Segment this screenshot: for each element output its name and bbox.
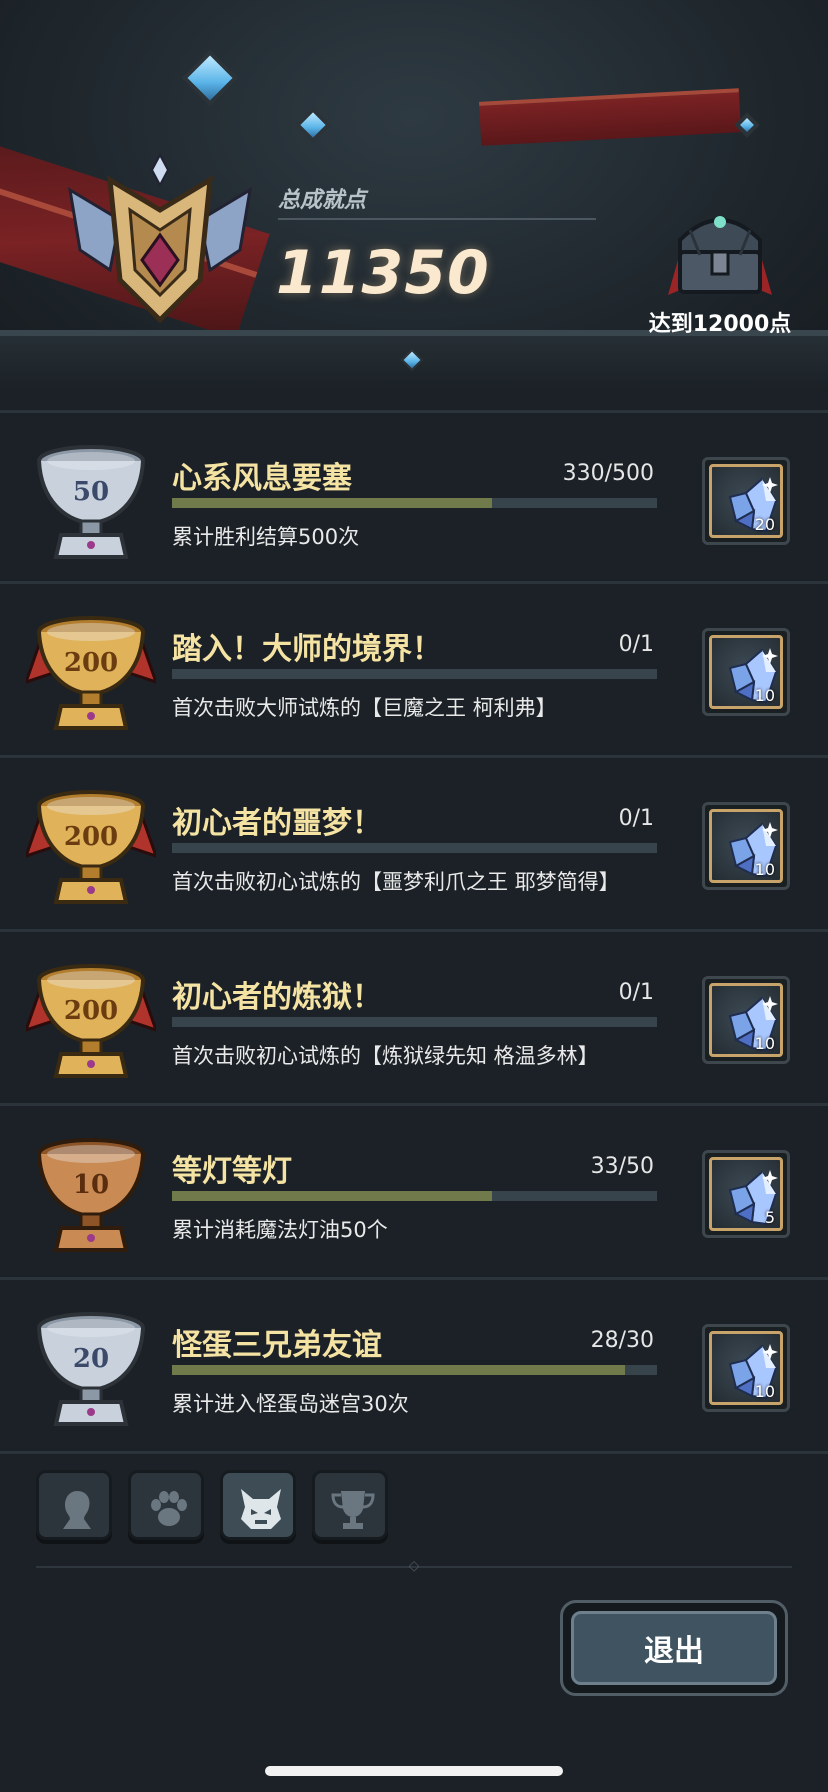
next-reward-label: 达到12000点: [648, 312, 792, 337]
reward-count: 5: [764, 1208, 775, 1227]
achievement-progress-bar: [172, 498, 657, 508]
achievement-title: 等灯等灯: [172, 1154, 292, 1189]
reward-count: 10: [754, 1382, 775, 1401]
trophy-icon: 200: [23, 612, 159, 736]
crystal-reward-icon: [728, 1170, 778, 1226]
reward-count: 10: [754, 860, 775, 879]
total-points-divider: [278, 218, 596, 220]
achievement-description: 累计消耗魔法灯油50个: [172, 1218, 388, 1242]
achievement-row[interactable]: 20 怪蛋三兄弟友谊 28/30 累计进入怪蛋岛迷宫30次 10: [0, 1280, 828, 1454]
exit-button-label: 退出: [571, 1611, 777, 1685]
home-indicator[interactable]: [265, 1766, 563, 1776]
achievement-row[interactable]: 10 等灯等灯 33/50 累计消耗魔法灯油50个 5: [0, 1106, 828, 1280]
reward-slot[interactable]: 5: [702, 1150, 790, 1238]
trophy-points: 20: [72, 1344, 110, 1374]
trophy-icon: 10: [26, 1134, 156, 1258]
achievement-progress-text: 0/1: [618, 632, 654, 657]
reward-frame: 10: [709, 809, 783, 883]
treasure-chest-icon[interactable]: [660, 200, 780, 300]
total-points-label: 总成就点: [278, 188, 367, 213]
reward-slot[interactable]: 10: [702, 1324, 790, 1412]
trophy-points: 200: [63, 996, 119, 1026]
crystal-reward-icon: [728, 648, 778, 704]
achievement-progress-text: 28/30: [590, 1328, 654, 1353]
achievement-title: 踏入！大师的境界！: [172, 632, 442, 667]
trophy-icon: [331, 1491, 375, 1529]
reward-slot[interactable]: 20: [702, 457, 790, 545]
crystal-reward-icon: [728, 477, 778, 533]
reward-frame: 10: [709, 983, 783, 1057]
divider-ornament-icon: ◇: [408, 1558, 420, 1574]
achievement-title: 心系风息要塞: [172, 461, 352, 496]
tab-monsters[interactable]: [220, 1470, 296, 1540]
hero-silhouette-icon: [63, 1491, 91, 1529]
achievement-progress-text: 33/50: [590, 1154, 654, 1179]
achievement-description: 首次击败大师试炼的【巨魔之王 柯利弗】: [172, 696, 557, 720]
achievement-progress-bar: [172, 669, 657, 679]
trophy-points: 50: [72, 477, 110, 507]
monster-head-icon: [241, 1489, 281, 1529]
tab-pets[interactable]: [128, 1470, 204, 1540]
reward-slot[interactable]: 10: [702, 628, 790, 716]
crystal-reward-icon: [728, 1344, 778, 1400]
reward-frame: 10: [709, 1331, 783, 1405]
achievement-progress-bar: [172, 1191, 657, 1201]
reward-count: 10: [754, 1034, 775, 1053]
trophy-points: 10: [72, 1170, 110, 1200]
achievement-header: 总成就点 11350 达到12000点: [0, 0, 828, 390]
achievement-progress-bar: [172, 843, 657, 853]
achievement-progress-text: 330/500: [562, 461, 654, 486]
reward-frame: 10: [709, 635, 783, 709]
trophy-points: 200: [63, 648, 119, 678]
achievement-progress-bar: [172, 1017, 657, 1027]
crystal-reward-icon: [728, 822, 778, 878]
achievement-description: 首次击败初心试炼的【炼狱绿先知 格温多林】: [172, 1044, 599, 1068]
exit-button[interactable]: 退出: [560, 1600, 788, 1696]
achievement-list[interactable]: 50 心系风息要塞 330/500 累计胜利结算500次 20 200 踏入！大…: [0, 410, 828, 1454]
achievement-emblem-icon: [67, 152, 253, 324]
tab-trophies[interactable]: [312, 1470, 388, 1540]
tab-heroes[interactable]: [36, 1470, 112, 1540]
achievement-progress-text: 0/1: [618, 806, 654, 831]
achievement-progress-fill: [172, 1191, 493, 1201]
achievement-row[interactable]: 200 初心者的炼狱！ 0/1 首次击败初心试炼的【炼狱绿先知 格温多林】 10: [0, 932, 828, 1106]
achievement-row[interactable]: 50 心系风息要塞 330/500 累计胜利结算500次 20: [0, 410, 828, 584]
achievement-title: 怪蛋三兄弟友谊: [172, 1328, 382, 1363]
reward-slot[interactable]: 10: [702, 802, 790, 890]
achievement-title: 初心者的炼狱！: [172, 980, 382, 1015]
achievement-title: 初心者的噩梦！: [172, 806, 382, 841]
paw-icon: [151, 1491, 187, 1526]
reward-frame: 5: [709, 1157, 783, 1231]
reward-count: 10: [754, 686, 775, 705]
achievement-row[interactable]: 200 踏入！大师的境界！ 0/1 首次击败大师试炼的【巨魔之王 柯利弗】 10: [0, 584, 828, 758]
trophy-icon: 200: [23, 786, 159, 910]
reward-slot[interactable]: 10: [702, 976, 790, 1064]
trophy-points: 200: [63, 822, 119, 852]
total-points-value: 11350: [276, 238, 490, 308]
reward-frame: 20: [709, 464, 783, 538]
achievement-description: 累计胜利结算500次: [172, 525, 360, 549]
achievement-progress-bar: [172, 1365, 657, 1375]
reward-count: 20: [754, 515, 775, 534]
achievement-progress-fill: [172, 498, 493, 508]
achievement-progress-fill: [172, 1365, 625, 1375]
trophy-icon: 20: [26, 1308, 156, 1432]
trophy-icon: 50: [26, 441, 156, 565]
achievement-description: 首次击败初心试炼的【噩梦利爪之王 耶梦简得】: [172, 870, 620, 894]
crystal-reward-icon: [728, 996, 778, 1052]
trophy-icon: 200: [23, 960, 159, 1084]
achievement-description: 累计进入怪蛋岛迷宫30次: [172, 1392, 409, 1416]
achievement-progress-text: 0/1: [618, 980, 654, 1005]
achievement-row[interactable]: 200 初心者的噩梦！ 0/1 首次击败初心试炼的【噩梦利爪之王 耶梦简得】 1…: [0, 758, 828, 932]
